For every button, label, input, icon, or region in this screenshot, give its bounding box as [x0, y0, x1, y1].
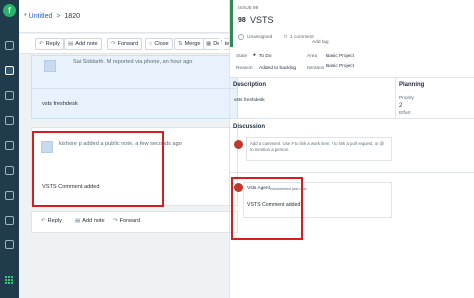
reply-icon: ↶ — [39, 41, 44, 47]
highlight-box — [32, 131, 164, 207]
merge-button[interactable]: ⇅ Merge — [174, 38, 205, 50]
effort-label: Effort — [399, 111, 411, 116]
issue-type-bar — [230, 0, 233, 47]
reply-icon: ↶ — [41, 218, 46, 224]
priority-value[interactable]: 2 — [399, 103, 402, 109]
section-divider — [230, 172, 474, 173]
add-note-button[interactable]: ▤ Add note — [64, 38, 102, 50]
close-icon: ○ — [149, 41, 153, 47]
description-body[interactable]: vsts freshdesk — [234, 98, 265, 103]
issue-number: 98 — [238, 17, 246, 24]
forward-button[interactable]: ↷ Forward — [107, 38, 143, 50]
freshdesk-logo-icon[interactable]: f — [3, 4, 16, 17]
issue-tag: ISSUE 98 — [238, 5, 259, 10]
iteration-value[interactable]: Basic Project — [326, 64, 354, 69]
column-divider — [395, 78, 396, 118]
iteration-label: Iteration — [307, 66, 325, 71]
more-options-button[interactable]: ⋮ — [219, 38, 225, 50]
trash-icon: ▦ — [206, 41, 212, 47]
priority-label: Priority — [399, 96, 414, 101]
description-title: Description — [233, 82, 267, 88]
issue-title[interactable]: VSTS — [250, 15, 274, 25]
ticket-header: * Untitled > 1820 — [19, 0, 229, 33]
highlight-box — [231, 177, 303, 240]
settings-icon[interactable] — [5, 240, 14, 249]
comment-input[interactable]: Add a comment. Use # to link a work item… — [246, 137, 392, 161]
breadcrumb-separator: > — [56, 13, 61, 20]
note-icon: ▤ — [75, 218, 81, 224]
original-message-card: Sai Siddarth. M reported via phone, an h… — [31, 55, 238, 119]
avatar — [44, 60, 56, 72]
forward-icon: ↷ — [111, 41, 116, 47]
apps-grid-icon[interactable] — [5, 276, 14, 285]
reason-label: Reason — [236, 66, 253, 71]
area-label: Area — [307, 54, 318, 59]
user-avatar — [234, 140, 243, 149]
comment-placeholder: Add a comment. Use # to link a work item… — [250, 141, 385, 152]
state-label: State — [236, 54, 248, 59]
state-dot-icon: ● — [253, 53, 256, 58]
note-icon: ▤ — [68, 41, 74, 47]
ticket-pane: * Untitled > 1820 ↶ Reply ▤ Add note ↷ Forw… — [19, 0, 238, 298]
message-meta: Sai Siddarth. M reported via phone, an h… — [73, 59, 193, 65]
breadcrumb: * Untitled > 1820 — [24, 13, 80, 20]
state-value[interactable]: To Do — [259, 54, 272, 59]
discussion-title: Discussion — [233, 124, 266, 130]
reply-actions-bar: ↶ Reply ▤ Add note ↷ Forward — [31, 211, 238, 233]
social-icon[interactable] — [5, 116, 14, 125]
reason-value[interactable]: Added to backlog — [259, 66, 296, 71]
admin-icon[interactable] — [5, 216, 14, 225]
ticket-number: 1820 — [64, 13, 80, 20]
forums-icon[interactable] — [5, 166, 14, 175]
reply-button[interactable]: ↶ Reply — [35, 38, 64, 50]
divider — [32, 88, 237, 89]
app-sidebar: f — [0, 0, 19, 298]
issue-header: ISSUE 98 98 VSTS Unassigned □ 1 comment … — [230, 0, 474, 78]
ticket-toolbar: ↶ Reply ▤ Add note ↷ Forward ○ Close ⇅ Merge … — [19, 34, 233, 54]
breadcrumb-parent[interactable]: * Untitled — [24, 13, 52, 20]
solutions-icon[interactable] — [5, 141, 14, 150]
message-body: vsts freshdesk — [42, 101, 78, 107]
assignee-avatar-icon — [238, 34, 244, 40]
contacts-icon[interactable] — [5, 91, 14, 100]
delete-button[interactable]: ▦Delete — [203, 38, 233, 50]
forward-link[interactable]: ↷ Forward — [110, 216, 144, 228]
tickets-icon[interactable] — [5, 66, 14, 75]
planning-title: Planning — [399, 82, 425, 88]
add-tag[interactable]: Add tag — [312, 40, 329, 45]
reports-icon[interactable] — [5, 191, 14, 200]
dashboard-icon[interactable] — [5, 41, 14, 50]
comment-icon: □ — [284, 35, 287, 40]
forward-icon: ↷ — [113, 218, 118, 224]
reply-link[interactable]: ↶ Reply — [38, 216, 65, 228]
close-button[interactable]: ○ Close — [145, 38, 173, 50]
merge-icon: ⇅ — [178, 41, 183, 47]
add-note-link[interactable]: ▤ Add note — [72, 216, 108, 228]
area-value[interactable]: Basic Project — [326, 54, 354, 59]
section-divider — [230, 118, 474, 119]
comment-count[interactable]: 1 comment — [290, 35, 314, 40]
assignee[interactable]: Unassigned — [247, 35, 272, 40]
